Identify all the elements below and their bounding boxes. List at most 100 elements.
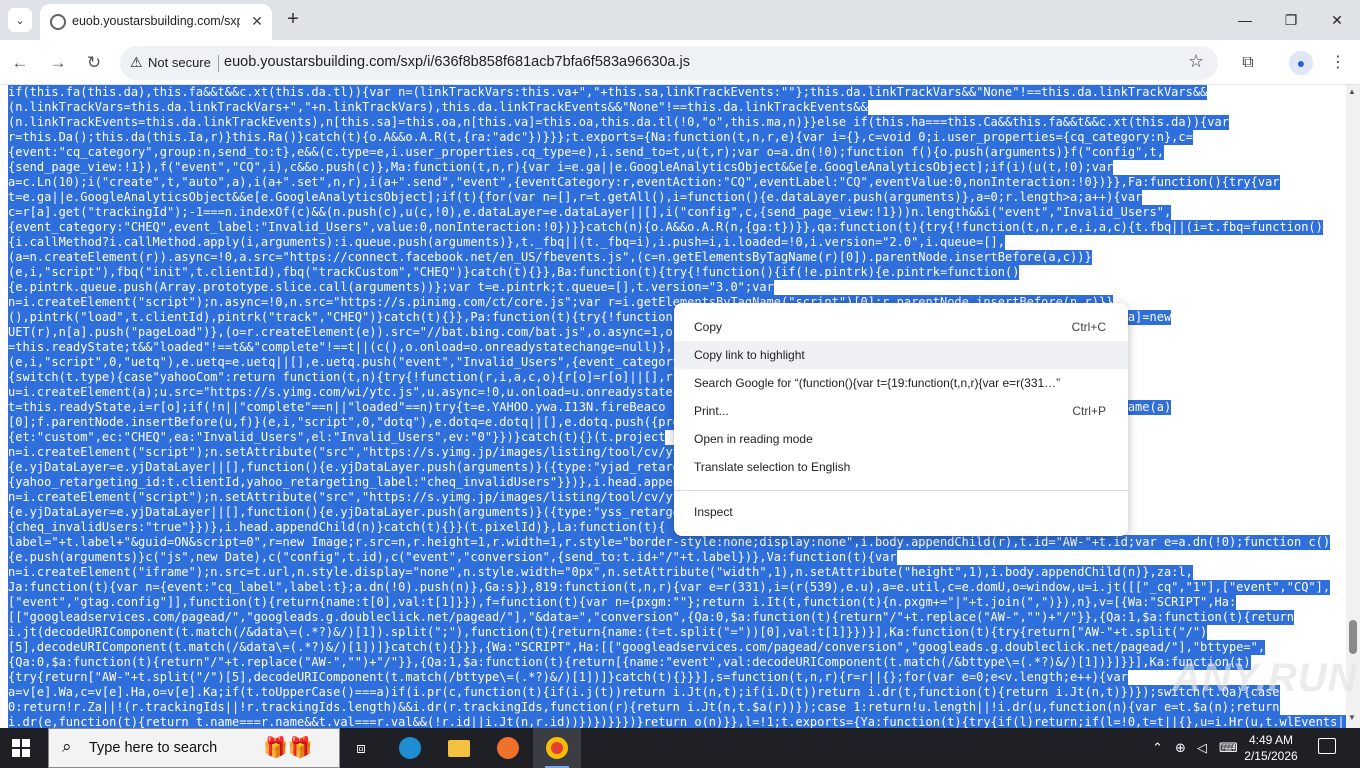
task-view-icon[interactable]: ⧈ bbox=[337, 728, 385, 768]
address-bar[interactable]: ⚠ Not secure euob.youstarsbuilding.com/s… bbox=[120, 46, 1218, 80]
tab-title: euob.youstarsbuilding.com/sxp bbox=[72, 14, 240, 28]
code-line: a=v[e].Wa,c=v[e].Ha,o=v[e].Ka;if(t.toUpp… bbox=[8, 685, 1280, 700]
address-separator bbox=[218, 55, 219, 72]
menu-divider bbox=[674, 490, 1128, 491]
reload-icon[interactable]: ↻ bbox=[81, 50, 107, 76]
code-line: (e,i,"script"),fbq("init",t.clientId),fb… bbox=[8, 265, 1020, 280]
code-line: =this.readyState;t&&"loaded"!==t&&"compl… bbox=[8, 340, 688, 355]
code-line: if(this.fa(this.da),this.fa&&t&&c.xt(thi… bbox=[8, 85, 1208, 100]
network-icon[interactable]: ⊕ bbox=[1175, 740, 1186, 756]
minimize-icon[interactable]: — bbox=[1222, 0, 1268, 40]
code-line: t=e.ga||e.GoogleAnalyticsObject&&e[e.Goo… bbox=[8, 190, 1143, 205]
windows-start-icon[interactable] bbox=[12, 739, 30, 757]
code-line: [["googleadservices.com/pagead/","google… bbox=[8, 610, 1294, 625]
code-line: {e.pintrk.queue.push(Array.prototype.sli… bbox=[8, 280, 774, 295]
notifications-icon[interactable] bbox=[1318, 738, 1336, 754]
clock-date: 2/15/2026 bbox=[1244, 749, 1298, 763]
context-menu: Copy Ctrl+C Copy link to highlight Searc… bbox=[674, 303, 1128, 536]
code-line: i.jt(decodeURIComponent(t.match(/&data\=… bbox=[8, 625, 1208, 640]
forward-arrow-icon[interactable]: → bbox=[45, 50, 71, 76]
taskbar-search-box[interactable]: ⌕ Type here to search 🎁🎁 bbox=[48, 728, 340, 768]
windows-taskbar: ⌕ Type here to search 🎁🎁 ⧈ ⌃ ⊕ ◁ ⌨ 4:49 … bbox=[0, 728, 1360, 768]
active-tab[interactable]: euob.youstarsbuilding.com/sxp ✕ bbox=[40, 4, 272, 40]
search-placeholder: Type here to search bbox=[89, 740, 218, 756]
code-line: UET(r),n[a].push("pageLoad")},(o=r.creat… bbox=[8, 325, 702, 340]
code-line: ["event","gtag.config"]],function(t){ret… bbox=[8, 595, 1237, 610]
code-line: {Qa:0,$a:function(t){return"/"+t.replace… bbox=[8, 655, 1251, 670]
url-text[interactable]: euob.youstarsbuilding.com/sxp/i/636f8b85… bbox=[224, 54, 690, 70]
code-line: r=this.Da();this.da(this.Ia,r)}this.Ra()… bbox=[8, 130, 1193, 145]
menu-item-translate[interactable]: Translate selection to English bbox=[674, 453, 1128, 481]
code-line: (n.linkTrackVars=this.da.linkTrackVars+"… bbox=[8, 100, 868, 115]
tab-close-icon[interactable]: ✕ bbox=[248, 12, 266, 30]
code-line: i.dr(e,function(t){return t.name===r.nam… bbox=[8, 715, 1346, 728]
more-menu-icon[interactable]: ⋮ bbox=[1325, 50, 1351, 76]
code-line: 0:return!r.Za||!(r.trackingIds||!r.track… bbox=[8, 700, 1280, 715]
code-line: {try{return["AW-"+t.split("/")[5],decode… bbox=[8, 670, 1128, 685]
scroll-up-icon[interactable]: ▲ bbox=[1348, 87, 1356, 96]
tab-search-dropdown-icon[interactable]: ⌄ bbox=[8, 8, 32, 32]
code-line: (a=n.createElement(r)).async=!0,a.src="h… bbox=[8, 250, 1092, 265]
search-icon: ⌕ bbox=[62, 737, 72, 756]
globe-icon bbox=[50, 14, 66, 30]
clock-time: 4:49 AM bbox=[1248, 733, 1294, 747]
file-explorer-icon[interactable] bbox=[435, 728, 483, 768]
menu-item-print[interactable]: Print... Ctrl+P bbox=[674, 397, 1128, 425]
code-line: {e.yjDataLayer=e.yjDataLayer||[],functio… bbox=[8, 460, 680, 475]
code-line: [0];f.parentNode.insertBefore(u,f)}(e,i,… bbox=[8, 415, 680, 430]
new-tab-button[interactable]: + bbox=[282, 8, 304, 30]
menu-item-label: Inspect bbox=[694, 505, 733, 519]
not-secure-label[interactable]: Not secure bbox=[148, 55, 211, 70]
menu-item-shortcut: Ctrl+C bbox=[1071, 320, 1106, 334]
scrollbar-thumb[interactable] bbox=[1349, 620, 1357, 654]
code-line: [5],decodeURIComponent(t.match(/&data\=(… bbox=[8, 640, 1266, 655]
code-line: {event_category:"CHEQ",event_label:"Inva… bbox=[8, 220, 1323, 235]
code-line: {e.push(arguments)}c("js",new Date),c("c… bbox=[8, 550, 897, 565]
menu-item-label: Search Google for “(function(){var t={19… bbox=[694, 376, 1061, 390]
bookmark-star-icon[interactable]: ☆ bbox=[1188, 51, 1204, 72]
anyrun-watermark: ANY.RUN bbox=[1172, 656, 1358, 700]
restore-icon[interactable]: ❐ bbox=[1268, 0, 1314, 40]
menu-item-label: Translate selection to English bbox=[694, 460, 851, 474]
code-line: a=c.Ln(10);i("create",t,"auto",a),i(a+".… bbox=[8, 175, 1280, 190]
code-line: {et:"custom",ec:"CHEQ",ea:"Invalid_Users… bbox=[8, 430, 666, 445]
menu-item-label: Print... bbox=[694, 404, 729, 418]
code-line: Ja:function(t){var n={event:"cq_label",l… bbox=[8, 580, 1331, 595]
code-line: u=i.createElement(a);u.src="https://s.yi… bbox=[8, 385, 680, 400]
menu-item-copy[interactable]: Copy Ctrl+C bbox=[674, 313, 1128, 341]
tab-strip: ⌄ euob.youstarsbuilding.com/sxp ✕ + — ❐ … bbox=[0, 0, 1360, 40]
code-line: {event:"cq_category",group:n,send_to:t},… bbox=[8, 145, 1164, 160]
back-arrow-icon[interactable]: ← bbox=[7, 50, 33, 76]
menu-item-label: Copy bbox=[694, 320, 723, 334]
code-line: n=i.createElement("iframe");n.src=t.url,… bbox=[8, 565, 1193, 580]
profile-avatar-icon[interactable]: ● bbox=[1289, 51, 1313, 75]
browser-toolbar: ← → ↻ ⚠ Not secure euob.youstarsbuilding… bbox=[0, 40, 1360, 85]
menu-item-copy-link[interactable]: Copy link to highlight bbox=[674, 341, 1128, 369]
scroll-down-icon[interactable]: ▼ bbox=[1348, 713, 1356, 722]
tray-chevron-icon[interactable]: ⌃ bbox=[1152, 740, 1163, 756]
code-line: {send_page_view:!1}),f("event","CQ",i),c… bbox=[8, 160, 1114, 175]
menu-item-label: Copy link to highlight bbox=[694, 348, 805, 362]
extensions-icon[interactable]: ⧉ bbox=[1235, 50, 1261, 76]
code-line: c=r[a].get("trackingId");-1===n.indexOf(… bbox=[8, 205, 1172, 220]
menu-item-inspect[interactable]: Inspect bbox=[674, 498, 1128, 526]
volume-icon[interactable]: ◁ bbox=[1197, 740, 1207, 756]
code-line: {i.callMethod?i.callMethod.apply(i,argum… bbox=[8, 235, 1005, 250]
taskbar-clock[interactable]: 4:49 AM 2/15/2026 bbox=[1240, 732, 1302, 764]
chrome-icon[interactable] bbox=[533, 728, 581, 768]
code-line: label="+t.label+"&guid=ON&script=0",r=ne… bbox=[8, 535, 1331, 550]
code-line: (n.linkTrackEvents=this.da.linkTrackEven… bbox=[8, 115, 1229, 130]
menu-item-search-google[interactable]: Search Google for “(function(){var t={19… bbox=[674, 369, 1128, 397]
code-line: {switch(t.type){case"yahooCom":return fu… bbox=[8, 370, 680, 385]
menu-item-shortcut: Ctrl+P bbox=[1072, 404, 1106, 418]
vertical-scrollbar[interactable]: ▲ ▼ bbox=[1346, 85, 1360, 728]
search-highlight-gift-icon: 🎁🎁 bbox=[263, 737, 313, 759]
edge-icon[interactable] bbox=[386, 728, 434, 768]
menu-item-label: Open in reading mode bbox=[694, 432, 813, 446]
close-window-icon[interactable]: ✕ bbox=[1314, 0, 1360, 40]
menu-item-reading-mode[interactable]: Open in reading mode bbox=[674, 425, 1128, 453]
warning-icon[interactable]: ⚠ bbox=[130, 54, 143, 71]
firefox-icon[interactable] bbox=[484, 728, 532, 768]
source-view[interactable]: if(this.fa(this.da),this.fa&&t&&c.xt(thi… bbox=[0, 85, 1346, 728]
language-icon[interactable]: ⌨ bbox=[1219, 740, 1238, 756]
